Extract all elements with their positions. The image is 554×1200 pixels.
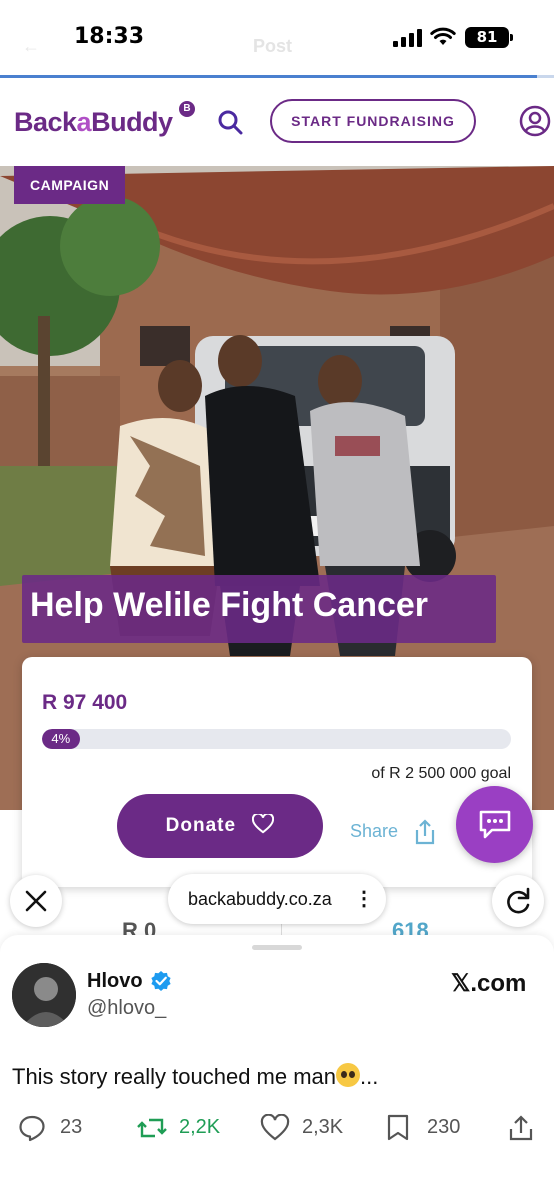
bookmark-icon bbox=[387, 1114, 409, 1141]
battery-nub bbox=[510, 34, 513, 41]
donate-button-label: Donate bbox=[165, 815, 237, 836]
avatar[interactable] bbox=[12, 963, 76, 1027]
repost-count: 2,2K bbox=[179, 1116, 221, 1138]
status-bar: ← Post 18:33 81 bbox=[0, 0, 554, 76]
share-tweet-action[interactable] bbox=[508, 1111, 538, 1147]
repost-icon bbox=[137, 1118, 167, 1138]
goal-text: of R 2 500 000 goal bbox=[371, 765, 511, 782]
reply-count: 23 bbox=[60, 1116, 83, 1138]
share-button[interactable]: Share bbox=[350, 821, 398, 842]
share-tweet-icon bbox=[509, 1115, 533, 1141]
avatar-image bbox=[12, 963, 76, 1027]
tweet-body: This story really touched me man bbox=[12, 1064, 337, 1089]
ghost-back-icon: ← bbox=[22, 36, 40, 56]
x-logo[interactable]: 𝕏.com bbox=[451, 969, 526, 998]
tweet-author-handle[interactable]: @hlovo_ bbox=[87, 997, 166, 1020]
reload-button[interactable] bbox=[492, 875, 544, 927]
battery-indicator: 81 bbox=[465, 27, 509, 48]
site-header: BackaBuddy B START FUNDRAISING bbox=[0, 78, 554, 166]
search-icon[interactable] bbox=[216, 108, 244, 136]
tweet-author-name[interactable]: Hlovo bbox=[87, 970, 143, 993]
close-icon bbox=[25, 890, 47, 912]
fundraising-progress-fill: 4% bbox=[42, 729, 80, 749]
url-text: backabuddy.co.za bbox=[188, 889, 332, 909]
fundraising-progress-bar: 4% bbox=[42, 729, 511, 749]
bookmark-count: 230 bbox=[427, 1116, 461, 1138]
chat-button[interactable] bbox=[456, 786, 533, 863]
sheet-grabber[interactable] bbox=[252, 945, 302, 950]
campaign-tag: CAMPAIGN bbox=[14, 166, 126, 204]
wifi-icon bbox=[430, 27, 456, 45]
repost-action[interactable]: 2,2K bbox=[137, 1111, 237, 1147]
verified-badge-icon bbox=[151, 971, 171, 991]
backabuddy-logo[interactable]: BackaBuddy bbox=[14, 107, 173, 138]
tweet-text: This story really touched me man... bbox=[12, 1063, 378, 1090]
heart-icon bbox=[252, 813, 275, 834]
chat-icon bbox=[479, 810, 511, 839]
reply-icon bbox=[19, 1115, 45, 1142]
account-icon[interactable] bbox=[519, 105, 551, 137]
status-time: 18:33 bbox=[74, 24, 145, 49]
tweet-sheet: Hlovo @hlovo_ 𝕏.com This story really to… bbox=[0, 935, 554, 1200]
campaign-title: Help Welile Fight Cancer bbox=[22, 575, 496, 643]
like-count: 2,3K bbox=[302, 1116, 344, 1138]
close-browser-button[interactable] bbox=[10, 875, 62, 927]
reload-icon bbox=[507, 887, 530, 914]
logo-badge: B bbox=[179, 101, 195, 117]
like-icon bbox=[260, 1114, 290, 1141]
donate-button[interactable]: Donate bbox=[117, 794, 323, 858]
url-bar[interactable]: backabuddy.co.za ⋮ bbox=[168, 874, 386, 924]
cellular-signal-icon bbox=[393, 29, 423, 47]
bookmark-action[interactable]: 230 bbox=[385, 1111, 475, 1147]
tweet-ellipsis: ... bbox=[360, 1064, 379, 1089]
raised-amount: R 97 400 bbox=[42, 691, 128, 714]
tweet-actions: 23 2,2K 2,3K 230 bbox=[0, 1111, 554, 1147]
reply-action[interactable]: 23 bbox=[18, 1111, 98, 1147]
start-fundraising-button[interactable]: START FUNDRAISING bbox=[270, 99, 476, 143]
ghost-title: Post bbox=[253, 36, 293, 56]
pleading-face-emoji-icon bbox=[336, 1063, 361, 1087]
more-options-icon[interactable]: ⋮ bbox=[354, 886, 374, 911]
share-icon[interactable] bbox=[413, 819, 437, 845]
donation-card: R 97 400 4% of R 2 500 000 goal Donate S… bbox=[22, 657, 532, 887]
like-action[interactable]: 2,3K bbox=[260, 1111, 360, 1147]
